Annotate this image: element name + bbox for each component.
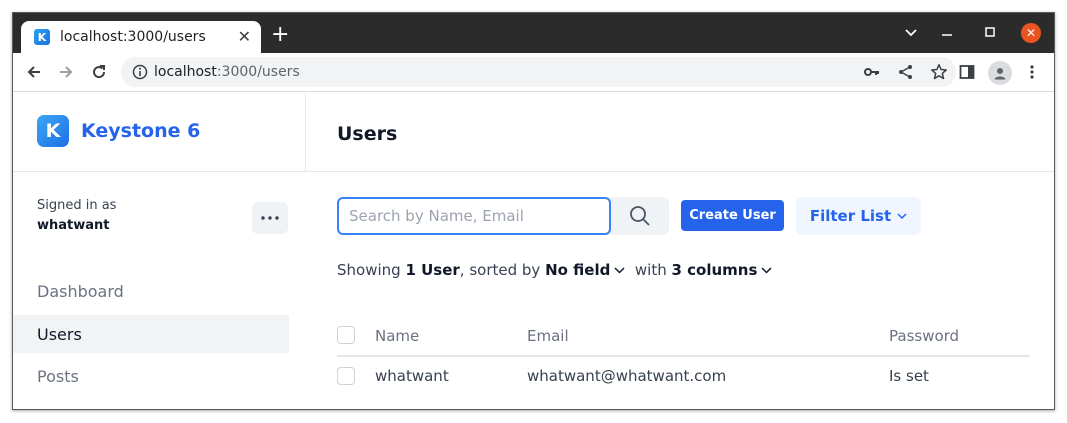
row-checkbox[interactable] [337,367,355,385]
column-header-email[interactable]: Email [527,327,569,345]
column-header-password[interactable]: Password [889,327,959,345]
bookmark-star-icon[interactable] [930,63,948,85]
signed-in-label: Signed in as [37,198,117,213]
filter-list-label: Filter List [809,207,892,225]
column-header-name[interactable]: Name [375,327,419,345]
maximize-icon[interactable] [980,23,1000,43]
profile-avatar-icon[interactable] [988,61,1012,85]
window-close-icon[interactable]: ✕ [1021,23,1041,43]
header-divider [13,171,1054,172]
browser-menu-icon[interactable] [1020,60,1044,84]
site-info-icon[interactable] [132,64,148,84]
user-password-cell: Is set [889,367,929,385]
side-panel-icon[interactable] [955,60,979,84]
chevron-down-icon [614,266,625,274]
keystone-app: K Keystone 6 Users Signed in as whatwant… [13,93,1054,409]
sidebar-item-users[interactable]: Users [13,315,289,353]
sidebar-divider [305,93,306,171]
keystone-logo-icon: K [37,115,69,147]
share-icon[interactable] [897,63,915,85]
address-bar[interactable]: localhost:3000/users [121,57,956,87]
signed-in-user: whatwant [37,218,110,233]
search-icon[interactable] [611,197,669,235]
key-icon[interactable] [863,63,881,85]
close-tab-icon[interactable]: ✕ [238,29,251,45]
sidebar-item-dashboard[interactable]: Dashboard [13,272,289,310]
user-email-cell: whatwant@whatwant.com [527,367,727,385]
columns-dropdown[interactable]: 3 columns [672,261,773,279]
sidebar-item-posts[interactable]: Posts [13,357,289,395]
list-summary: Showing 1 User, sorted by No field with … [337,261,772,279]
search-input[interactable] [337,197,611,235]
browser-toolbar: localhost:3000/users [13,53,1054,92]
tab-search-icon[interactable] [901,23,921,43]
tab-strip: K localhost:3000/users ✕ + ✕ [13,13,1054,53]
search-bar [337,197,669,235]
chevron-down-icon [761,266,772,274]
page-title: Users [337,123,398,145]
minimize-icon[interactable] [937,23,957,43]
table-header-divider [337,355,1030,357]
chevron-down-icon [897,213,907,219]
create-user-button[interactable]: Create User [681,200,784,231]
user-name-link[interactable]: whatwant [375,367,449,385]
browser-tab[interactable]: K localhost:3000/users ✕ [21,21,261,53]
sort-field-dropdown[interactable]: No field [545,261,625,279]
brand-name: Keystone 6 [81,120,201,142]
new-tab-icon[interactable]: + [271,24,289,46]
back-icon[interactable] [22,60,46,84]
favicon-icon: K [34,29,50,45]
browser-window: K localhost:3000/users ✕ + ✕ localhost:3… [12,12,1055,410]
filter-list-button[interactable]: Filter List [796,197,921,235]
brand[interactable]: K Keystone 6 [37,115,200,147]
select-all-checkbox[interactable] [337,326,355,344]
forward-icon[interactable] [54,60,78,84]
user-menu-button[interactable] [252,202,288,234]
url-text: localhost:3000/users [154,64,300,80]
tab-title: localhost:3000/users [60,29,206,45]
reload-icon[interactable] [87,60,111,84]
